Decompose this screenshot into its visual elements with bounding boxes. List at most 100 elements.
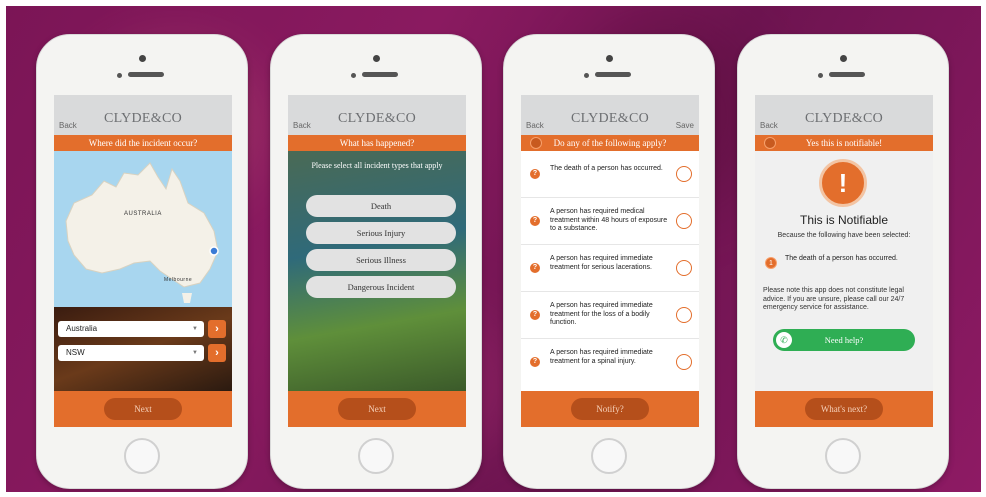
list-item-text: A person has required immediate treatmen… bbox=[550, 255, 653, 271]
need-help-button[interactable]: ✆ Need help? bbox=[773, 329, 915, 351]
country-select[interactable]: Australia ▼ bbox=[58, 321, 204, 337]
map-city-label: Melbourne bbox=[164, 277, 193, 283]
app-header: Back CLYDE&CO Save bbox=[521, 95, 699, 135]
selected-item-text: The death of a person has occurred. bbox=[785, 255, 898, 262]
clyde-co-logo: CLYDE&CO bbox=[805, 111, 883, 126]
screen-incident-type: Back CLYDE&CO What has happened? Please … bbox=[288, 95, 466, 427]
radio-button[interactable] bbox=[676, 260, 692, 276]
result-bar-text: Yes this is notifiable! bbox=[805, 138, 883, 148]
question-icon: ? bbox=[530, 263, 540, 273]
screen-location: Back CLYDE&CO Where did the incident occ… bbox=[54, 95, 232, 427]
phone-camera bbox=[116, 73, 122, 78]
phone-icon: ✆ bbox=[776, 332, 792, 348]
phone-location: Back CLYDE&CO Where did the incident occ… bbox=[36, 34, 248, 489]
need-help-label: Need help? bbox=[824, 335, 864, 345]
item-number-badge: 1 bbox=[765, 257, 777, 269]
save-button[interactable]: Save bbox=[676, 121, 694, 130]
phone-camera bbox=[583, 73, 589, 78]
footer-bar: What's next? bbox=[755, 391, 933, 427]
list-item-text: The death of a person has occurred. bbox=[550, 165, 663, 172]
next-button[interactable]: Next bbox=[338, 398, 416, 420]
phone-camera bbox=[817, 73, 823, 78]
next-button[interactable]: Next bbox=[104, 398, 182, 420]
question-icon: ? bbox=[530, 169, 540, 179]
app-header: Back CLYDE&CO bbox=[54, 95, 232, 135]
phone-sensor bbox=[139, 55, 146, 62]
option-dangerous-incident[interactable]: Dangerous Incident bbox=[306, 276, 456, 298]
list-item-text: A person has required immediate treatmen… bbox=[550, 302, 653, 326]
app-header: Back CLYDE&CO bbox=[288, 95, 466, 135]
home-button[interactable] bbox=[358, 438, 394, 474]
phone-sensor bbox=[840, 55, 847, 62]
map-country-label: AUSTRALIA bbox=[124, 211, 162, 217]
exclamation-icon: ! bbox=[819, 159, 867, 207]
phone-speaker bbox=[595, 72, 631, 77]
list-item[interactable]: ? A person has required medical treatmen… bbox=[521, 198, 699, 245]
phone-incident-type: Back CLYDE&CO What has happened? Please … bbox=[270, 34, 482, 489]
option-serious-illness[interactable]: Serious Illness bbox=[306, 249, 456, 271]
home-button[interactable] bbox=[124, 438, 160, 474]
radio-button[interactable] bbox=[676, 354, 692, 370]
state-select[interactable]: NSW ▼ bbox=[58, 345, 204, 361]
promo-background: Back CLYDE&CO Where did the incident occ… bbox=[6, 6, 981, 492]
state-select-value: NSW bbox=[66, 348, 85, 357]
country-go-button[interactable]: › bbox=[208, 320, 226, 338]
question-bar: Do any of the following apply? bbox=[521, 135, 699, 151]
phone-criteria: Back CLYDE&CO Save Do any of the followi… bbox=[503, 34, 715, 489]
list-item[interactable]: ? A person has required immediate treatm… bbox=[521, 245, 699, 292]
screen-notifiable: Back CLYDE&CO Yes this is notifiable! ! … bbox=[755, 95, 933, 427]
instruction-text: Please select all incident types that ap… bbox=[311, 161, 443, 170]
footer-bar: Next bbox=[288, 391, 466, 427]
clyde-co-logo: CLYDE&CO bbox=[338, 111, 416, 126]
disclaimer-text: Please note this app does not constitute… bbox=[763, 287, 905, 311]
phone-notifiable: Back CLYDE&CO Yes this is notifiable! ! … bbox=[737, 34, 949, 489]
option-serious-injury[interactable]: Serious Injury bbox=[306, 222, 456, 244]
notify-button[interactable]: Notify? bbox=[571, 398, 649, 420]
home-button[interactable] bbox=[591, 438, 627, 474]
option-death[interactable]: Death bbox=[306, 195, 456, 217]
list-item-text: A person has required medical treatment … bbox=[550, 208, 668, 232]
phone-speaker bbox=[362, 72, 398, 77]
list-item-text: A person has required immediate treatmen… bbox=[550, 349, 653, 365]
footer-bar: Notify? bbox=[521, 391, 699, 427]
radio-button[interactable] bbox=[676, 166, 692, 182]
phone-sensor bbox=[373, 55, 380, 62]
home-button[interactable] bbox=[825, 438, 861, 474]
phone-sensor bbox=[606, 55, 613, 62]
blurred-background bbox=[288, 151, 466, 391]
question-bar-text: Do any of the following apply? bbox=[553, 138, 667, 148]
whats-next-button[interactable]: What's next? bbox=[805, 398, 883, 420]
radio-button[interactable] bbox=[676, 307, 692, 323]
criteria-list: ? The death of a person has occurred. ? … bbox=[521, 151, 699, 391]
list-item[interactable]: ? The death of a person has occurred. bbox=[521, 151, 699, 198]
footer-bar: Next bbox=[54, 391, 232, 427]
result-title: This is Notifiable bbox=[799, 213, 889, 227]
list-item[interactable]: ? A person has required immediate treatm… bbox=[521, 292, 699, 339]
country-select-value: Australia bbox=[66, 324, 98, 333]
clyde-co-logo: CLYDE&CO bbox=[571, 111, 649, 126]
question-icon: ? bbox=[530, 216, 540, 226]
result-bar: Yes this is notifiable! bbox=[755, 135, 933, 151]
phone-speaker bbox=[128, 72, 164, 77]
result-subtitle: Because the following have been selected… bbox=[777, 232, 911, 239]
state-go-button[interactable]: › bbox=[208, 344, 226, 362]
map-view[interactable]: AUSTRALIA Melbourne bbox=[54, 151, 232, 307]
chevron-down-icon: ▼ bbox=[192, 326, 198, 332]
question-icon: ? bbox=[530, 357, 540, 367]
question-bar: Where did the incident occur? bbox=[54, 135, 232, 151]
chevron-down-icon: ▼ bbox=[192, 350, 198, 356]
phone-camera bbox=[350, 73, 356, 78]
screen-criteria: Back CLYDE&CO Save Do any of the followi… bbox=[521, 95, 699, 427]
clyde-co-logo: CLYDE&CO bbox=[104, 111, 182, 126]
notifiable-panel: ! This is Notifiable Because the followi… bbox=[755, 151, 933, 391]
radio-button[interactable] bbox=[676, 213, 692, 229]
list-item[interactable]: ? A person has required immediate treatm… bbox=[521, 339, 699, 386]
help-circle-icon bbox=[530, 137, 542, 149]
selector-panel: Australia ▼ › NSW ▼ › bbox=[54, 307, 232, 391]
app-header: Back CLYDE&CO bbox=[755, 95, 933, 135]
alert-circle-icon bbox=[764, 137, 776, 149]
australia-map bbox=[65, 162, 219, 303]
question-bar: What has happened? bbox=[288, 135, 466, 151]
question-icon: ? bbox=[530, 310, 540, 320]
phone-speaker bbox=[829, 72, 865, 77]
